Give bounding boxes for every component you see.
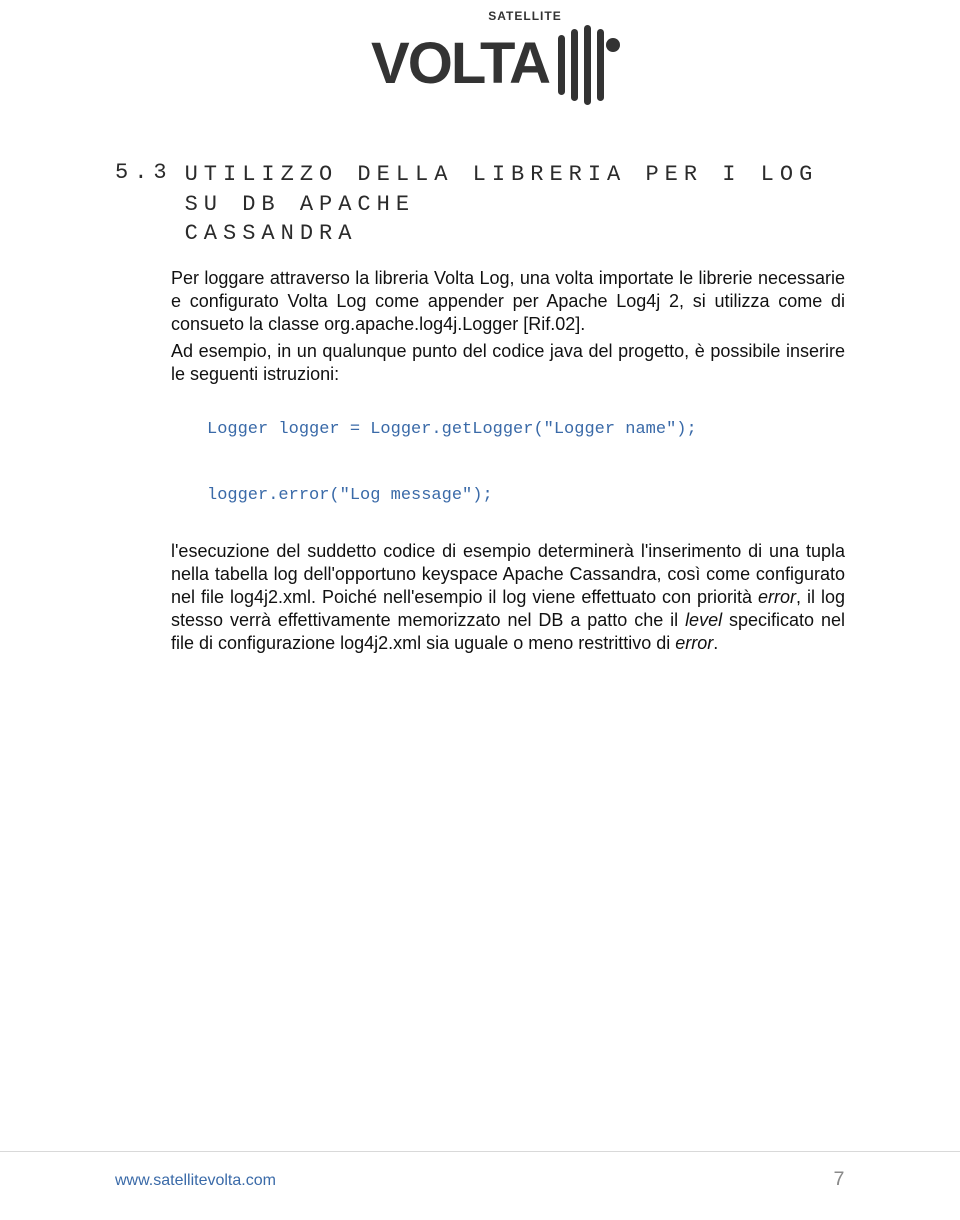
p3-level: level: [685, 610, 722, 630]
volta-logo-icon: SATELLITE VOLTA: [340, 5, 620, 105]
paragraph-1: Per loggare attraverso la libreria Volta…: [171, 267, 845, 336]
document-page: SATELLITE VOLTA 5.3 Utilizzo della libre…: [0, 0, 960, 1220]
code-block: Logger logger = Logger.getLogger("Logger…: [207, 418, 845, 508]
footer: www.satellitevolta.com 7: [115, 1169, 845, 1192]
paragraph-3: l'esecuzione del suddetto codice di esem…: [115, 540, 845, 655]
section-title: Utilizzo della libreria per i log su DB …: [185, 160, 845, 249]
section-title-line1: Utilizzo della libreria per i log su DB …: [185, 162, 819, 217]
p3-text-a: l'esecuzione del suddetto codice di esem…: [171, 541, 845, 607]
content-area: 5.3 Utilizzo della libreria per i log su…: [0, 110, 960, 655]
code-line-2: logger.error("Log message");: [207, 484, 845, 508]
logo: SATELLITE VOLTA: [0, 5, 960, 110]
p3-text-d: .: [713, 633, 718, 653]
footer-divider: [0, 1151, 960, 1152]
svg-text:VOLTA: VOLTA: [371, 31, 550, 96]
paragraph-2: Ad esempio, in un qualunque punto del co…: [171, 340, 845, 386]
body-text: Per loggare attraverso la libreria Volta…: [115, 267, 845, 386]
p3-error-2: error: [675, 633, 713, 653]
footer-url-link[interactable]: www.satellitevolta.com: [115, 1172, 276, 1190]
p3-error-1: error: [758, 587, 796, 607]
code-line-1: Logger logger = Logger.getLogger("Logger…: [207, 418, 845, 442]
section-title-line2: Cassandra: [185, 221, 358, 246]
page-number: 7: [833, 1169, 845, 1192]
section-heading: 5.3 Utilizzo della libreria per i log su…: [115, 160, 845, 249]
section-number: 5.3: [115, 160, 173, 185]
svg-text:SATELLITE: SATELLITE: [488, 9, 561, 23]
